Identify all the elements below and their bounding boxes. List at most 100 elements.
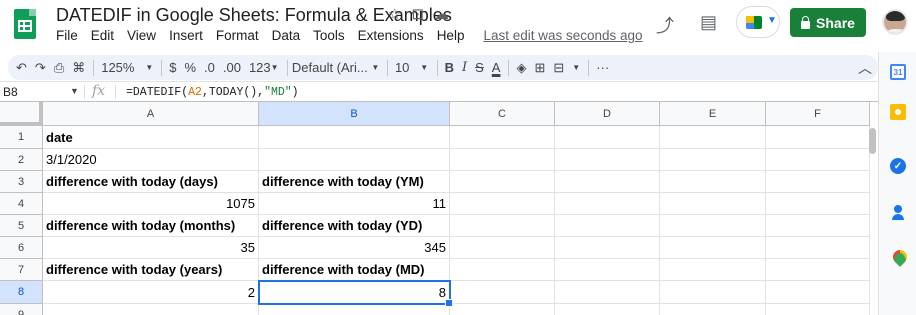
menu-help[interactable]: Help <box>437 28 465 43</box>
cell-a4[interactable]: 1075 <box>43 193 259 215</box>
cell-a3[interactable]: difference with today (days) <box>43 171 259 193</box>
cell-d7[interactable] <box>555 259 660 281</box>
cell-c8[interactable] <box>450 281 555 304</box>
cell-f3[interactable] <box>766 171 870 193</box>
cell-d6[interactable] <box>555 237 660 259</box>
cell-e2[interactable] <box>660 149 766 171</box>
chevron-down-icon[interactable]: ▼ <box>572 63 580 72</box>
cell-a8[interactable]: 2 <box>43 281 259 304</box>
cell-f2[interactable] <box>766 149 870 171</box>
print-icon[interactable]: ⎙ <box>54 60 64 76</box>
menu-extensions[interactable]: Extensions <box>358 28 424 43</box>
cell-a7[interactable]: difference with today (years) <box>43 259 259 281</box>
row-header-9[interactable]: 9 <box>0 304 43 315</box>
name-box[interactable]: B8 <box>3 85 73 99</box>
menu-view[interactable]: View <box>127 28 156 43</box>
menu-file[interactable]: File <box>56 28 78 43</box>
cell-e8[interactable] <box>660 281 766 304</box>
chevron-down-icon[interactable]: ▼ <box>70 86 79 96</box>
cell-f5[interactable] <box>766 215 870 237</box>
cell-f1[interactable] <box>766 126 870 149</box>
cell-a5[interactable]: difference with today (months) <box>43 215 259 237</box>
cell-d4[interactable] <box>555 193 660 215</box>
star-icon[interactable]: ☆ <box>388 5 401 23</box>
more-options-button[interactable]: ··· <box>596 60 609 75</box>
share-button[interactable]: Share <box>790 8 866 37</box>
cell-f6[interactable] <box>766 237 870 259</box>
cell-c2[interactable] <box>450 149 555 171</box>
cell-d9[interactable] <box>555 304 660 315</box>
sheets-logo-icon[interactable] <box>14 9 36 39</box>
cell-a9[interactable] <box>43 304 259 315</box>
cell-c7[interactable] <box>450 259 555 281</box>
column-header-b[interactable]: B <box>259 102 450 126</box>
cell-b7[interactable]: difference with today (MD) <box>259 259 450 281</box>
avatar[interactable] <box>882 9 908 35</box>
row-header-2[interactable]: 2 <box>0 149 43 171</box>
increase-decimal-button[interactable]: .00 <box>223 60 241 75</box>
cell-c9[interactable] <box>450 304 555 315</box>
column-header-e[interactable]: E <box>660 102 766 126</box>
calendar-icon[interactable]: 31 <box>890 64 906 80</box>
menu-tools[interactable]: Tools <box>313 28 345 43</box>
cell-c5[interactable] <box>450 215 555 237</box>
column-header-d[interactable]: D <box>555 102 660 126</box>
cell-f8[interactable] <box>766 281 870 304</box>
cell-e1[interactable] <box>660 126 766 149</box>
cell-e4[interactable] <box>660 193 766 215</box>
cell-d3[interactable] <box>555 171 660 193</box>
cell-c6[interactable] <box>450 237 555 259</box>
font-size-select[interactable]: 10 ▼ <box>395 60 429 75</box>
row-header-3[interactable]: 3 <box>0 171 43 193</box>
meet-button[interactable]: ▼ <box>736 6 780 38</box>
move-folder-icon[interactable]: ⊡ <box>411 5 424 23</box>
cell-d2[interactable] <box>555 149 660 171</box>
cell-b1[interactable] <box>259 126 450 149</box>
redo-icon[interactable]: ↷ <box>35 60 46 76</box>
currency-format-button[interactable]: $ <box>169 60 176 75</box>
menu-format[interactable]: Format <box>216 28 259 43</box>
cell-e6[interactable] <box>660 237 766 259</box>
cloud-status-icon[interactable]: ☁ <box>434 5 449 23</box>
vertical-scrollbar[interactable] <box>869 128 876 154</box>
cell-d5[interactable] <box>555 215 660 237</box>
cell-a6[interactable]: 35 <box>43 237 259 259</box>
cell-e3[interactable] <box>660 171 766 193</box>
cell-b9[interactable] <box>259 304 450 315</box>
font-select[interactable]: Default (Ari... ▼ <box>292 60 379 75</box>
collapse-menus-icon[interactable]: ︿ <box>858 58 872 78</box>
row-header-7[interactable]: 7 <box>0 259 43 281</box>
cell-f7[interactable] <box>766 259 870 281</box>
decrease-decimal-button[interactable]: .0 <box>204 60 215 75</box>
borders-icon[interactable]: ⊞ <box>534 60 545 76</box>
cell-e5[interactable] <box>660 215 766 237</box>
cell-b2[interactable] <box>259 149 450 171</box>
cell-b3[interactable]: difference with today (YM) <box>259 171 450 193</box>
row-header-6[interactable]: 6 <box>0 237 43 259</box>
cell-a1[interactable]: date <box>43 126 259 149</box>
merge-cells-icon[interactable]: ⊟ <box>553 60 564 76</box>
menu-edit[interactable]: Edit <box>91 28 114 43</box>
column-header-a[interactable]: A <box>43 102 259 126</box>
last-edit-link[interactable]: Last edit was seconds ago <box>483 28 642 43</box>
cell-d1[interactable] <box>555 126 660 149</box>
contacts-icon[interactable] <box>890 204 906 220</box>
formula-input[interactable]: =DATEDIF(A2,TODAY(),"MD") <box>126 86 299 99</box>
comments-icon[interactable]: ▤ <box>700 12 717 33</box>
undo-icon[interactable]: ↶ <box>16 60 27 76</box>
maps-icon[interactable] <box>890 250 906 266</box>
menu-data[interactable]: Data <box>272 28 301 43</box>
select-all-corner[interactable] <box>0 102 43 126</box>
column-header-f[interactable]: F <box>766 102 870 126</box>
cell-c4[interactable] <box>450 193 555 215</box>
column-header-c[interactable]: C <box>450 102 555 126</box>
cell-c1[interactable] <box>450 126 555 149</box>
cell-f4[interactable] <box>766 193 870 215</box>
fill-color-icon[interactable]: ◈ <box>516 60 526 76</box>
cell-e7[interactable] <box>660 259 766 281</box>
cell-f9[interactable] <box>766 304 870 315</box>
keep-icon[interactable] <box>890 104 906 120</box>
cell-b6[interactable]: 345 <box>259 237 450 259</box>
cell-a2[interactable]: 3/1/2020 <box>43 149 259 171</box>
strikethrough-button[interactable]: S <box>475 60 484 75</box>
